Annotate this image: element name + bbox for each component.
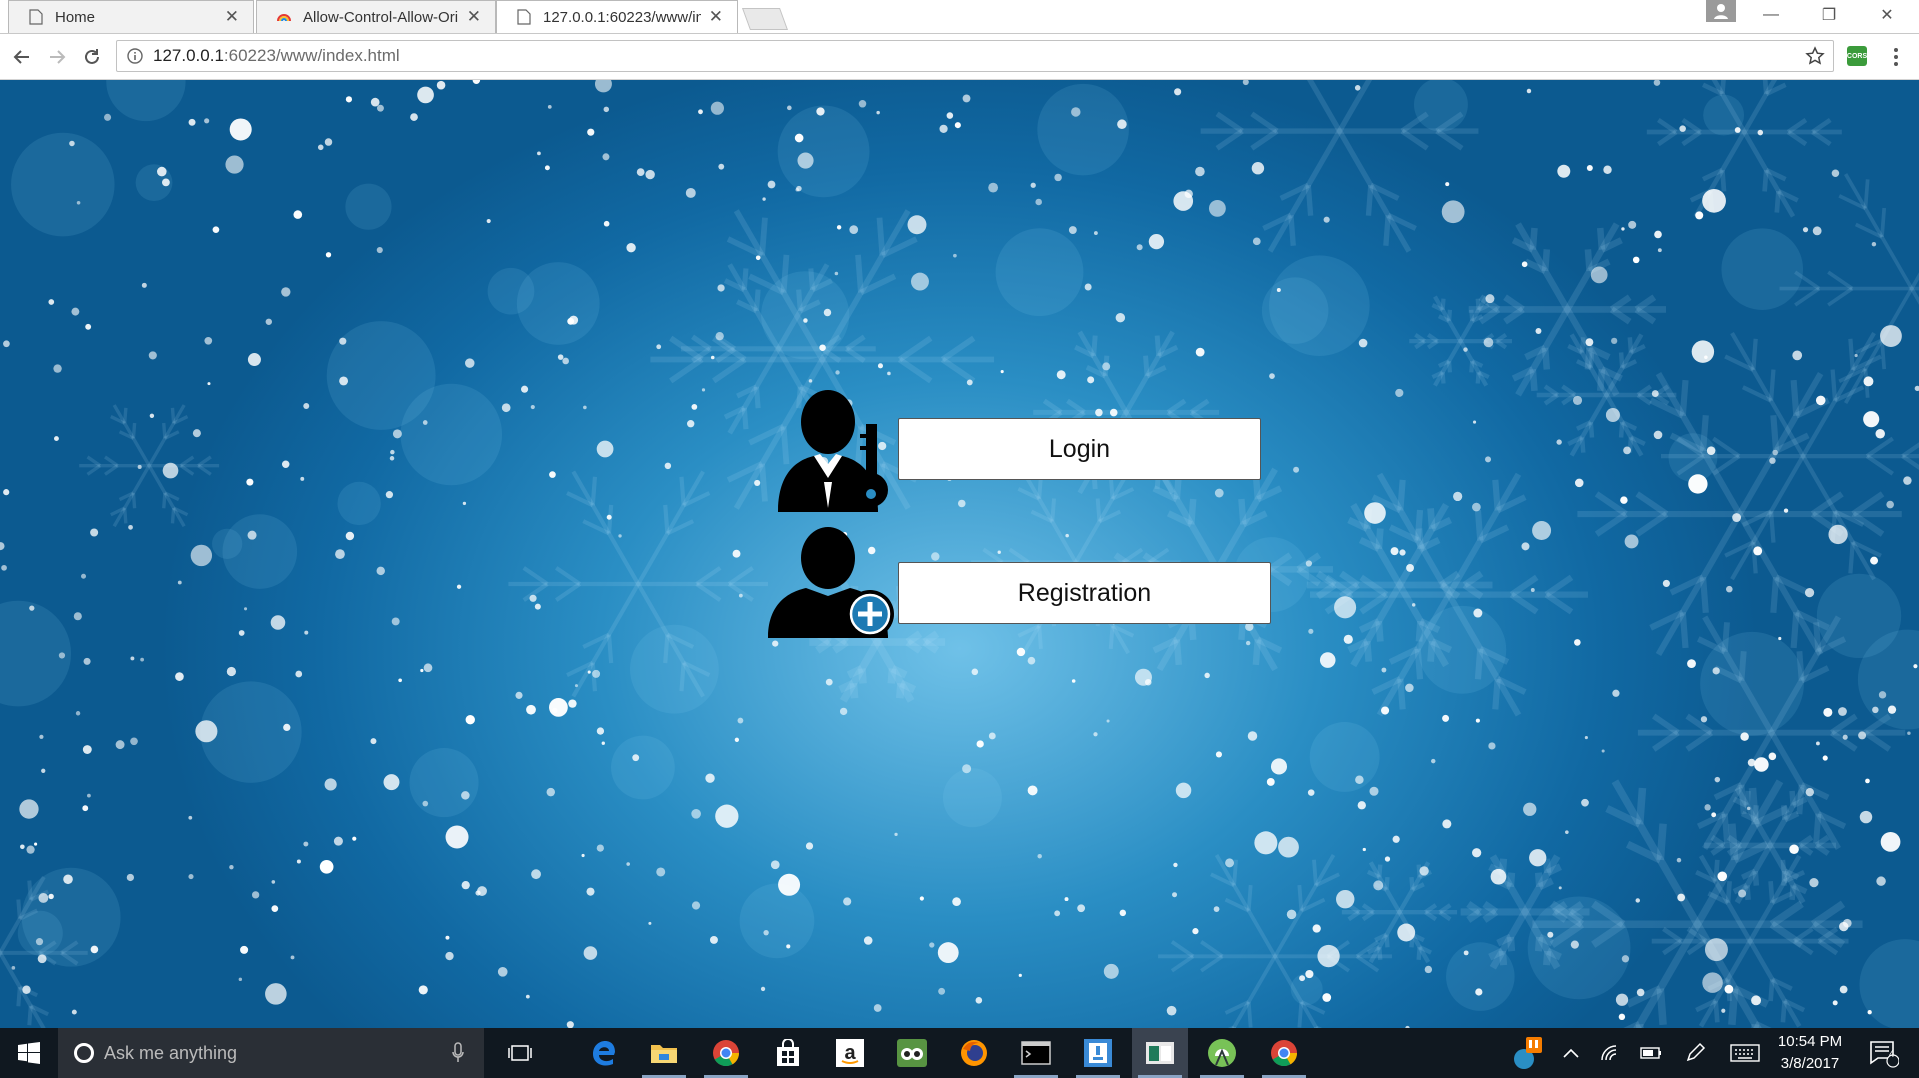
tab-home[interactable]: Home ✕ <box>8 0 254 33</box>
taskbar-app-tripadvisor[interactable] <box>884 1028 940 1078</box>
registration-label: Registration <box>1017 578 1152 607</box>
tray-notification-app[interactable] <box>1508 1028 1548 1078</box>
touch-keyboard-button[interactable] <box>1726 1028 1764 1078</box>
store-icon <box>777 1039 799 1066</box>
extension-label: CORS <box>1846 52 1868 60</box>
close-window-button[interactable]: ✕ <box>1862 0 1912 30</box>
profile-button[interactable] <box>1706 0 1736 22</box>
reload-icon <box>85 49 99 64</box>
snowflake-background <box>0 80 1919 1028</box>
close-icon[interactable]: ✕ <box>709 7 723 27</box>
alert-badge-icon <box>1514 1037 1542 1069</box>
clock-time: 10:54 PM <box>1777 1033 1843 1050</box>
firefox-icon <box>961 1040 987 1066</box>
taskbar: Ask me anything a 10:54 PM 3/8/2017 4 <box>0 1028 1919 1078</box>
page-icon <box>517 9 531 25</box>
tab-index[interactable]: 127.0.0.1:60223/www/inc ✕ <box>496 0 738 33</box>
chevron-up-icon <box>1563 1048 1579 1058</box>
new-tab-button[interactable] <box>741 8 789 30</box>
cors-extension-button[interactable]: CORS <box>1847 46 1867 66</box>
forward-button[interactable] <box>44 44 70 70</box>
task-view-icon <box>508 1045 532 1061</box>
clock[interactable]: 10:54 PM 3/8/2017 <box>1768 1028 1852 1078</box>
chrome-icon <box>1271 1040 1298 1067</box>
taskbar-app-explorer[interactable] <box>636 1028 692 1078</box>
tab-title: Home <box>55 8 96 26</box>
page-icon <box>29 9 43 25</box>
clock-date: 3/8/2017 <box>1780 1055 1840 1072</box>
close-icon[interactable]: ✕ <box>467 7 481 27</box>
registration-button[interactable]: Registration <box>898 562 1271 624</box>
user-add-icon <box>768 527 894 638</box>
login-label: Login <box>1048 434 1111 463</box>
taskbar-app-frame[interactable] <box>1070 1028 1126 1078</box>
active-window-icon <box>1146 1042 1174 1064</box>
taskbar-app-edge[interactable] <box>576 1028 632 1078</box>
url-path: :60223/www/index.html <box>223 46 400 65</box>
search-placeholder: Ask me anything <box>104 1042 238 1063</box>
pen-icon <box>1686 1042 1706 1062</box>
chrome-icon <box>713 1040 740 1067</box>
taskbar-app-android-studio[interactable] <box>1194 1028 1250 1078</box>
bookmark-star-icon[interactable] <box>1805 46 1825 66</box>
wifi-icon <box>1601 1045 1617 1061</box>
tripadvisor-icon <box>897 1039 927 1067</box>
page-viewport: Login Registration <box>0 80 1919 1028</box>
battery-icon <box>1640 1047 1661 1059</box>
minimize-icon: — <box>1763 6 1779 23</box>
tab-allow-control[interactable]: Allow-Control-Allow-Ori ✕ <box>256 0 496 33</box>
person-icon <box>1714 4 1728 19</box>
taskbar-app-terminal[interactable] <box>1008 1028 1064 1078</box>
restore-button[interactable]: ❐ <box>1804 0 1854 30</box>
taskbar-app-chrome[interactable] <box>698 1028 754 1078</box>
back-arrow-icon <box>13 50 29 64</box>
action-center-button[interactable]: 4 <box>1864 1028 1904 1078</box>
tab-title: 127.0.0.1:60223/www/inc <box>543 8 701 26</box>
close-icon: ✕ <box>1880 7 1894 24</box>
browser-toolbar: 127.0.0.1:60223/www/index.html CORS <box>0 34 1919 80</box>
start-button[interactable] <box>0 1028 58 1078</box>
terminal-icon <box>1021 1041 1051 1065</box>
taskbar-app-active-window[interactable] <box>1132 1028 1188 1078</box>
pen-workspace-button[interactable] <box>1680 1028 1710 1078</box>
back-button[interactable] <box>9 44 35 70</box>
login-button[interactable]: Login <box>898 418 1261 480</box>
tab-strip: Home ✕ Allow-Control-Allow-Ori ✕ 127.0.0… <box>0 0 1919 34</box>
forward-arrow-icon <box>50 50 66 64</box>
restore-icon: ❐ <box>1821 7 1837 24</box>
edge-icon <box>593 1041 615 1066</box>
windows-logo-icon <box>18 1042 40 1064</box>
task-view-button[interactable] <box>492 1028 548 1078</box>
minimize-button[interactable]: — <box>1746 0 1796 30</box>
show-hidden-icons-button[interactable] <box>1556 1028 1586 1078</box>
search-box[interactable]: Ask me anything <box>58 1028 484 1078</box>
app-frame-icon <box>1084 1039 1112 1067</box>
taskbar-app-store[interactable] <box>760 1028 816 1078</box>
taskbar-app-chrome-2[interactable] <box>1256 1028 1312 1078</box>
cortana-icon <box>74 1043 94 1063</box>
info-icon <box>127 48 143 64</box>
browser-menu-button[interactable] <box>1890 46 1902 68</box>
keyboard-icon <box>1730 1044 1760 1062</box>
taskbar-app-firefox[interactable] <box>946 1028 1002 1078</box>
svg-text:a: a <box>844 1042 856 1064</box>
network-button[interactable] <box>1596 1028 1626 1078</box>
amazon-icon: a <box>836 1039 864 1067</box>
android-studio-icon <box>1208 1039 1236 1067</box>
close-icon[interactable]: ✕ <box>225 7 239 27</box>
reload-button[interactable] <box>79 44 105 70</box>
taskbar-app-amazon[interactable]: a <box>822 1028 878 1078</box>
file-explorer-icon <box>651 1045 677 1063</box>
microphone-icon[interactable] <box>452 1042 464 1064</box>
battery-button[interactable] <box>1636 1028 1666 1078</box>
tab-title: Allow-Control-Allow-Ori <box>303 8 459 26</box>
notification-count: 4 <box>1889 1049 1895 1060</box>
user-key-icon <box>778 390 888 512</box>
address-bar[interactable]: 127.0.0.1:60223/www/index.html <box>116 40 1834 72</box>
url-host: 127.0.0.1 <box>153 46 224 65</box>
rainbow-extension-icon <box>277 14 291 22</box>
